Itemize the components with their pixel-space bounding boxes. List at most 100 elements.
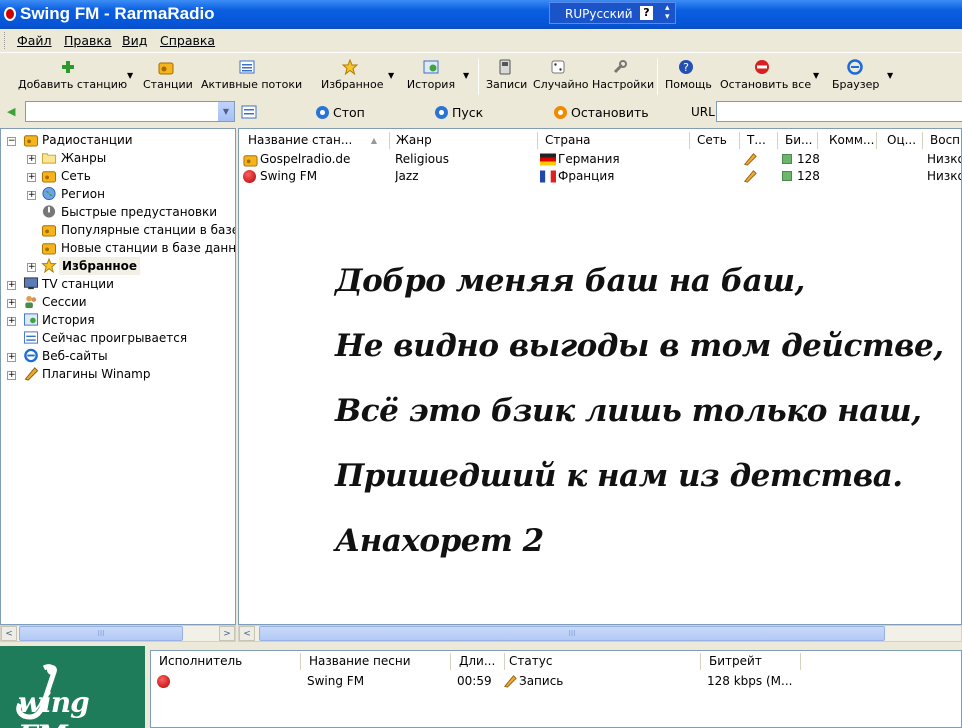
stations-button[interactable]: Станции — [143, 57, 193, 97]
stop-all-button[interactable]: Остановить все — [720, 57, 812, 97]
language-bar[interactable]: RUРусский ? ▴ ▾ — [549, 2, 676, 24]
list-icon — [239, 60, 255, 74]
column-header-song[interactable]: Название песни — [305, 653, 451, 670]
collapse-icon[interactable]: − — [7, 137, 16, 146]
expand-icon[interactable]: + — [27, 263, 36, 272]
records-button[interactable]: Записи — [486, 57, 527, 97]
users-icon — [25, 295, 37, 309]
table-row[interactable]: Gospelradio.de Religious Германия 128 Ни… — [241, 151, 961, 168]
help-button[interactable]: ? Помощь — [665, 57, 712, 97]
column-header-bitrate[interactable]: Би... — [781, 132, 818, 149]
add-icon — [62, 61, 74, 73]
add-station-dropdown-icon[interactable]: ▼ — [127, 71, 133, 80]
column-name-label: Название стан... — [248, 133, 353, 147]
tree-item-history[interactable]: История — [42, 311, 95, 329]
station-name: Gospelradio.de — [260, 152, 351, 166]
language-indicator[interactable]: RUРусский — [565, 7, 633, 21]
table-row[interactable]: Swing FM Jazz Франция 128 Низко — [241, 168, 961, 185]
scroll-left-icon[interactable]: < — [1, 626, 17, 641]
station-combo[interactable]: ▼ — [25, 101, 235, 122]
scroll-thumb[interactable]: III — [19, 626, 183, 641]
chevron-down-icon[interactable]: ▼ — [217, 102, 234, 121]
random-button[interactable]: Случайно — [533, 57, 589, 97]
column-header-status[interactable]: Статус — [505, 653, 701, 670]
expand-icon[interactable]: + — [27, 173, 36, 182]
wrench-icon — [613, 60, 627, 74]
expand-icon[interactable]: + — [7, 371, 16, 380]
column-header-name[interactable]: Название стан... ▲ — [244, 132, 390, 149]
tree-item-sessions[interactable]: Сессии — [42, 293, 87, 311]
tree-item-network[interactable]: Сеть — [61, 167, 91, 185]
tv-icon — [23, 277, 39, 290]
menubar-grip[interactable] — [4, 32, 7, 49]
column-header-artist[interactable]: Исполнитель — [155, 653, 301, 670]
tree-item-popular[interactable]: Популярные станции в базе д — [61, 221, 235, 239]
column-header-play[interactable]: Воспр — [926, 132, 961, 149]
browser-button[interactable]: Браузер — [832, 57, 880, 97]
scroll-thumb[interactable]: III — [259, 626, 885, 641]
expand-icon[interactable]: + — [27, 155, 36, 164]
stations-label: Станции — [143, 78, 193, 91]
menu-view[interactable]: Вид — [122, 33, 147, 48]
url-input[interactable] — [716, 101, 962, 122]
tree-item-websites[interactable]: Веб-сайты — [42, 347, 108, 365]
menu-edit[interactable]: Правка — [64, 33, 112, 48]
station-list-icon[interactable] — [241, 104, 257, 120]
plugin-icon — [744, 153, 757, 166]
bottom-panel: wing FM Исполнитель Название песни Дли..… — [0, 646, 962, 728]
tree-scrollbar[interactable]: < III > — [0, 625, 236, 642]
tree-item-tv[interactable]: TV станции — [42, 275, 114, 293]
tree-item-genres[interactable]: Жанры — [61, 149, 106, 167]
dice-icon — [551, 60, 565, 74]
favorites-dropdown-icon[interactable]: ▼ — [388, 71, 394, 80]
tree-item-winamp[interactable]: Плагины Winamp — [42, 365, 151, 383]
column-header-genre[interactable]: Жанр — [392, 132, 538, 149]
history-dropdown-icon[interactable]: ▼ — [463, 71, 469, 80]
history-button[interactable]: История — [405, 57, 457, 97]
tree-item-region[interactable]: Регион — [61, 185, 105, 203]
list-scrollbar[interactable]: < III — [238, 625, 962, 642]
column-header-rating[interactable]: Оц... — [883, 132, 923, 149]
tree-item-radio-stations[interactable]: Радиостанции — [42, 131, 133, 149]
player-bar: ◀ ▼ Стоп Пуск Остановить URL — [0, 98, 962, 127]
active-streams-button[interactable]: Активные потоки — [201, 57, 302, 97]
favorites-button[interactable]: Избранное — [321, 57, 383, 97]
browser-label: Браузер — [832, 78, 880, 91]
browser-dropdown-icon[interactable]: ▼ — [887, 71, 893, 80]
stop-all-dropdown-icon[interactable]: ▼ — [813, 71, 819, 80]
expand-icon[interactable]: + — [7, 353, 16, 362]
back-arrow-icon[interactable]: ◀ — [7, 105, 15, 118]
pause-button[interactable]: Остановить — [554, 105, 649, 120]
tree-item-favorites[interactable]: Избранное — [59, 257, 141, 275]
scroll-right-icon[interactable]: > — [219, 626, 235, 641]
toolbar-separator — [657, 59, 658, 95]
tree-item-new[interactable]: Новые станции в базе данны — [61, 239, 235, 257]
expand-icon[interactable]: + — [27, 191, 36, 200]
track-status: Запись — [519, 674, 564, 688]
tree-item-presets[interactable]: Быстрые предустановки — [61, 203, 217, 221]
expand-icon[interactable]: + — [7, 299, 16, 308]
column-header-type[interactable]: Т... — [743, 132, 778, 149]
add-station-button[interactable]: Добавить станцию — [18, 57, 127, 97]
table-row[interactable]: Swing FM 00:59 Запись 128 kbps (M... — [155, 673, 877, 690]
column-header-length[interactable]: Дли... — [455, 653, 505, 670]
tree-item-now-playing[interactable]: Сейчас проигрывается — [42, 329, 187, 347]
language-options-icon[interactable]: ▴ ▾ — [665, 4, 670, 22]
germany-flag-icon — [540, 153, 556, 166]
column-header-network[interactable]: Сеть — [693, 132, 740, 149]
france-flag-icon — [540, 170, 556, 183]
expand-icon[interactable]: + — [7, 317, 16, 326]
column-header-bitrate[interactable]: Битрейт — [705, 653, 801, 670]
column-header-country[interactable]: Страна — [541, 132, 690, 149]
station-bitrate: 128 — [797, 169, 820, 183]
stop-button[interactable]: Стоп — [316, 105, 365, 120]
column-header-comment[interactable]: Комм... — [825, 132, 877, 149]
menu-file[interactable]: Файл — [17, 33, 52, 48]
scroll-left-icon[interactable]: < — [239, 626, 255, 641]
expand-icon[interactable]: + — [7, 281, 16, 290]
stop-all-label: Остановить все — [720, 78, 812, 91]
settings-button[interactable]: Настройки — [592, 57, 654, 97]
play-button[interactable]: Пуск — [435, 105, 483, 120]
language-help-icon[interactable]: ? — [640, 6, 653, 20]
menu-help[interactable]: Справка — [160, 33, 215, 48]
